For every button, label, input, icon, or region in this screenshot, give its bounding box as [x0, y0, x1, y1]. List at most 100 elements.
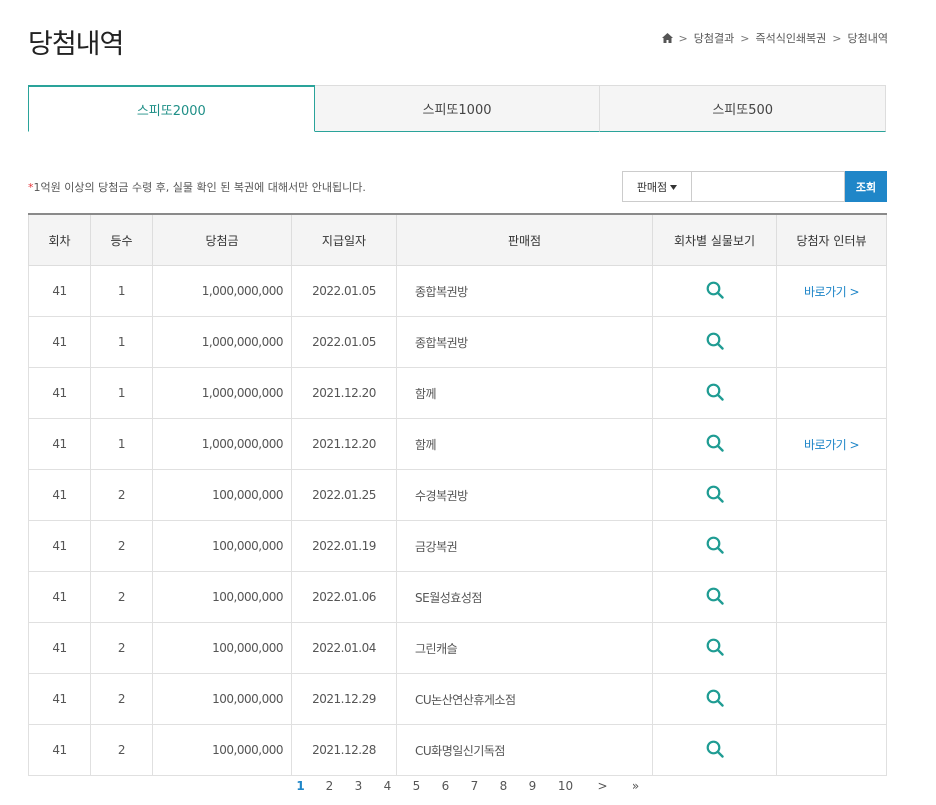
cell-date: 2022.01.05 [291, 316, 397, 368]
cell-amount: 100,000,000 [152, 673, 292, 725]
cell-date: 2021.12.29 [291, 673, 397, 725]
cell-rank: 2 [90, 571, 153, 623]
cell-view-ticket [652, 316, 777, 368]
search-form: 판매점 조회 [622, 171, 887, 202]
breadcrumb-separator: > [740, 31, 750, 45]
search-icon[interactable] [706, 485, 724, 503]
cell-date: 2022.01.06 [291, 571, 397, 623]
cell-interview [776, 316, 887, 368]
page-link-8[interactable]: 8 [489, 779, 518, 793]
page-link-6[interactable]: 6 [431, 779, 460, 793]
cell-amount: 1,000,000,000 [152, 367, 292, 419]
cell-interview [776, 367, 887, 419]
cell-shop: 함께 [396, 418, 653, 470]
cell-round: 41 [28, 316, 91, 368]
search-icon[interactable] [706, 281, 724, 299]
tab-bar: 스피또2000 스피또1000 스피또500 [28, 85, 887, 132]
cell-round: 41 [28, 520, 91, 572]
cell-interview [776, 673, 887, 725]
header-shop: 판매점 [396, 213, 653, 266]
tab-speetto-2000[interactable]: 스피또2000 [28, 85, 315, 132]
header-interview: 당첨자 인터뷰 [776, 213, 887, 266]
cell-date: 2022.01.04 [291, 622, 397, 674]
table-row: 41 1 1,000,000,000 2021.12.20 함께 바로가기 > [28, 418, 887, 470]
search-icon[interactable] [706, 536, 724, 554]
cell-interview: 바로가기 > [776, 265, 887, 317]
cell-amount: 1,000,000,000 [152, 418, 292, 470]
cell-rank: 1 [90, 265, 153, 317]
interview-link[interactable]: 바로가기 > [804, 438, 860, 452]
notice-text: *1억원 이상의 당첨금 수령 후, 실물 확인 된 복권에 대해서만 안내됩니… [28, 179, 366, 195]
page-link-1[interactable]: 1 [286, 779, 315, 793]
last-page-icon[interactable]: » [621, 779, 650, 793]
page-link-10[interactable]: 10 [547, 779, 584, 793]
header-view-ticket: 회차별 실물보기 [652, 213, 777, 266]
breadcrumb-separator: > [678, 31, 688, 45]
cell-view-ticket [652, 724, 777, 776]
breadcrumb-item-3[interactable]: 당첨내역 [848, 30, 888, 46]
search-type-select[interactable]: 판매점 [622, 171, 692, 202]
cell-rank: 2 [90, 622, 153, 674]
cell-amount: 100,000,000 [152, 724, 292, 776]
cell-rank: 2 [90, 724, 153, 776]
cell-rank: 2 [90, 469, 153, 521]
header-rank: 등수 [90, 213, 153, 266]
search-icon[interactable] [706, 689, 724, 707]
search-icon[interactable] [706, 383, 724, 401]
cell-interview: 바로가기 > [776, 418, 887, 470]
page-link-3[interactable]: 3 [344, 779, 373, 793]
page-link-7[interactable]: 7 [460, 779, 489, 793]
search-button[interactable]: 조회 [845, 171, 887, 202]
tab-speetto-1000[interactable]: 스피또1000 [314, 85, 601, 132]
search-icon[interactable] [706, 434, 724, 452]
home-icon[interactable] [661, 33, 673, 43]
cell-amount: 100,000,000 [152, 469, 292, 521]
cell-shop: SE월성효성점 [396, 571, 653, 623]
breadcrumb-item-1[interactable]: 당첨결과 [694, 30, 734, 46]
table-row: 41 1 1,000,000,000 2021.12.20 함께 [28, 367, 887, 419]
table-row: 41 1 1,000,000,000 2022.01.05 종합복권방 [28, 316, 887, 368]
search-icon[interactable] [706, 587, 724, 605]
cell-date: 2022.01.19 [291, 520, 397, 572]
cell-view-ticket [652, 673, 777, 725]
page-link-5[interactable]: 5 [402, 779, 431, 793]
cell-view-ticket [652, 265, 777, 317]
tab-speetto-500[interactable]: 스피또500 [600, 85, 887, 132]
cell-round: 41 [28, 418, 91, 470]
header-amount: 당첨금 [152, 213, 292, 266]
table-header-row: 회차 등수 당첨금 지급일자 판매점 회차별 실물보기 당첨자 인터뷰 [28, 213, 887, 266]
caret-down-icon [670, 180, 678, 193]
search-icon[interactable] [706, 638, 724, 656]
search-icon[interactable] [706, 332, 724, 350]
cell-view-ticket [652, 367, 777, 419]
page-link-9[interactable]: 9 [518, 779, 547, 793]
breadcrumb-separator: > [832, 31, 842, 45]
cell-date: 2021.12.20 [291, 418, 397, 470]
cell-shop: 종합복권방 [396, 316, 653, 368]
table-row: 41 1 1,000,000,000 2022.01.05 종합복권방 바로가기 > [28, 265, 887, 317]
table-row: 41 2 100,000,000 2022.01.25 수경복권방 [28, 469, 887, 521]
header-date: 지급일자 [291, 213, 397, 266]
cell-round: 41 [28, 724, 91, 776]
cell-view-ticket [652, 418, 777, 470]
cell-shop: 수경복권방 [396, 469, 653, 521]
header-round: 회차 [28, 213, 91, 266]
search-input[interactable] [692, 171, 845, 202]
page-link-2[interactable]: 2 [315, 779, 344, 793]
cell-rank: 2 [90, 520, 153, 572]
next-page-icon[interactable]: > [584, 779, 621, 793]
interview-link[interactable]: 바로가기 > [804, 285, 860, 299]
cell-view-ticket [652, 571, 777, 623]
cell-rank: 2 [90, 673, 153, 725]
page-link-4[interactable]: 4 [373, 779, 402, 793]
cell-date: 2021.12.28 [291, 724, 397, 776]
cell-amount: 100,000,000 [152, 571, 292, 623]
cell-view-ticket [652, 520, 777, 572]
cell-round: 41 [28, 673, 91, 725]
breadcrumb-item-2[interactable]: 즉석식인쇄복권 [755, 30, 826, 46]
cell-rank: 1 [90, 316, 153, 368]
cell-view-ticket [652, 622, 777, 674]
cell-interview [776, 571, 887, 623]
cell-amount: 1,000,000,000 [152, 316, 292, 368]
search-icon[interactable] [706, 740, 724, 758]
